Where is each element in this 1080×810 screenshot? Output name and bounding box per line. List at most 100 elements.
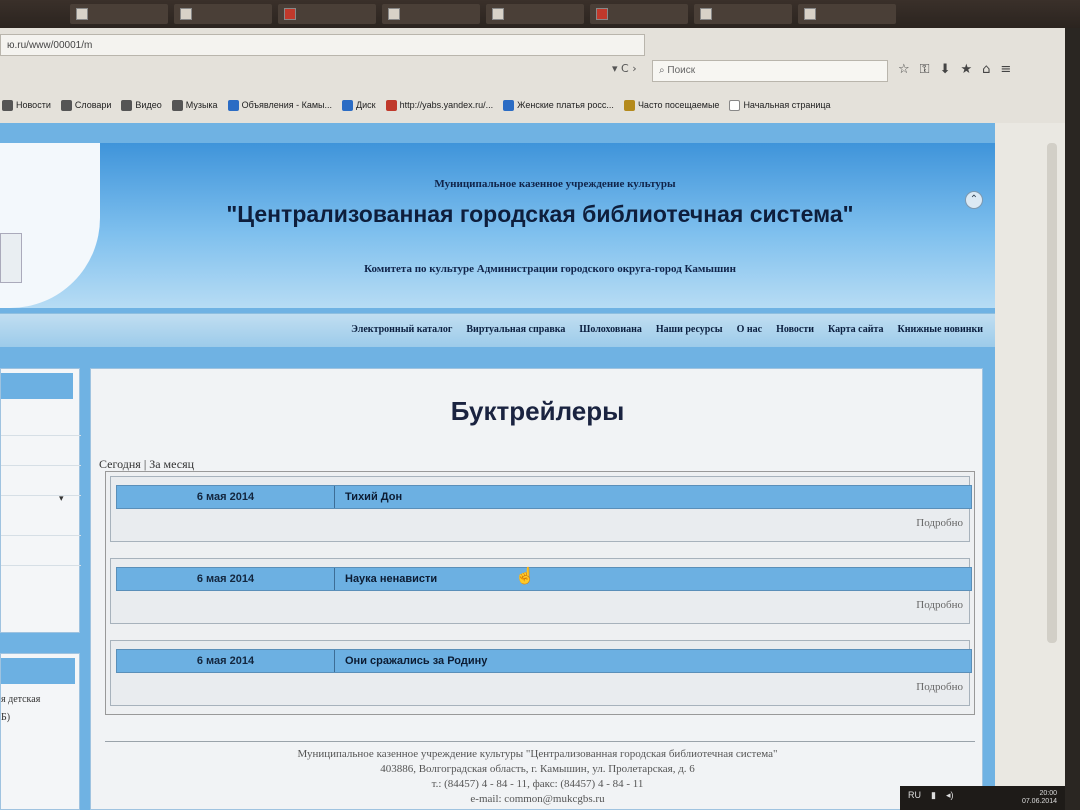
window-icon bbox=[180, 8, 192, 20]
sidebar-divider bbox=[1, 535, 81, 536]
site-footer: Муниципальное казенное учреждение культу… bbox=[91, 747, 984, 807]
org-type: Муниципальное казенное учреждение культу… bbox=[434, 178, 676, 190]
list-item: 6 мая 2014 Тихий Дон Подробно bbox=[110, 476, 972, 542]
task-tab[interactable] bbox=[486, 4, 584, 24]
book-icon bbox=[0, 233, 22, 283]
url-field[interactable]: ю.ru/www/00001/m bbox=[0, 34, 645, 56]
bookmark-item[interactable]: Диск bbox=[342, 99, 376, 111]
footer-phone: т.: (84457) 4 - 84 - 11, факс: (84457) 4… bbox=[431, 778, 644, 790]
sidebar-links: я детская Б) bbox=[0, 653, 80, 810]
bookmark-item[interactable]: Видео bbox=[121, 99, 162, 111]
sidebar-divider bbox=[1, 495, 81, 496]
bookmark-item[interactable]: Женские платья росс... bbox=[503, 99, 614, 111]
address-row: ю.ru/www/00001/m bbox=[0, 34, 1065, 56]
entry-bar: 6 мая 2014 Они сражались за Родину bbox=[116, 649, 972, 673]
footer-email[interactable]: e-mail: common@mukcgbs.ru bbox=[91, 792, 984, 807]
lock-icon[interactable]: ⚿ bbox=[920, 62, 930, 77]
system-tray: RU ▮ ◂) 20:00 07.06.2014 bbox=[900, 786, 1065, 810]
music-icon bbox=[171, 99, 183, 111]
entry-title-link[interactable]: Наука ненависти bbox=[345, 568, 437, 590]
footer-divider bbox=[105, 741, 975, 742]
disk-icon bbox=[342, 99, 354, 111]
frequent-icon bbox=[623, 99, 635, 111]
bookmarks-bar: Новости Словари Видео Музыка Объявления … bbox=[0, 92, 1065, 118]
bookmark-item[interactable]: Музыка bbox=[171, 99, 218, 111]
volume-icon[interactable]: ◂) bbox=[946, 790, 954, 806]
entry-date: 6 мая 2014 bbox=[117, 486, 335, 508]
sidebar-header bbox=[1, 373, 73, 399]
nav-item-sitemap[interactable]: Карта сайта bbox=[828, 324, 883, 335]
scroll-up-icon[interactable]: ⌃ bbox=[965, 191, 983, 209]
window-icon bbox=[596, 8, 608, 20]
bookmark-label: http://yabs.yandex.ru/... bbox=[399, 100, 494, 110]
task-tab[interactable] bbox=[382, 4, 480, 24]
clock-date: 07.06.2014 bbox=[1021, 798, 1057, 805]
toolbar-row: ▾ C › ⌕ Поиск ☆ ⚿ ⬇ ★ ⌂ ≡ bbox=[0, 58, 1065, 86]
ads-icon bbox=[227, 99, 239, 111]
reload-icon[interactable]: ▾ C › bbox=[612, 62, 637, 75]
window-icon bbox=[804, 8, 816, 20]
sidebar-divider bbox=[1, 435, 81, 436]
bookmark-label: Диск bbox=[356, 100, 376, 110]
nav-item-news[interactable]: Новости bbox=[776, 324, 814, 335]
footer-address: 403886, Волгоградская область, г. Камыши… bbox=[380, 763, 695, 775]
bookmark-item[interactable]: http://yabs.yandex.ru/... bbox=[385, 99, 494, 111]
search-input[interactable]: ⌕ Поиск bbox=[652, 60, 888, 82]
clock-time: 20:00 bbox=[1039, 790, 1057, 797]
window-icon bbox=[284, 8, 296, 20]
nav-item-sholokhoviana[interactable]: Шолоховиана bbox=[579, 324, 642, 335]
toolbar-icons: ☆ ⚿ ⬇ ★ ⌂ ≡ bbox=[898, 62, 1011, 77]
task-tab[interactable] bbox=[70, 4, 168, 24]
nav-item-virtual-help[interactable]: Виртуальная справка bbox=[466, 324, 565, 335]
bookmark-label: Видео bbox=[135, 100, 162, 110]
main-content: Буктрейлеры Сегодня | За месяц 6 мая 201… bbox=[90, 368, 983, 810]
chevron-down-icon[interactable]: ▾ bbox=[59, 493, 64, 504]
hand-cursor-icon: ☝ bbox=[515, 568, 535, 585]
bookmark-item[interactable]: Часто посещаемые bbox=[623, 99, 719, 111]
filter-separator: | bbox=[143, 457, 147, 471]
task-tab[interactable] bbox=[590, 4, 688, 24]
entry-bar: 6 мая 2014 Наука ненависти bbox=[116, 567, 972, 591]
video-icon bbox=[121, 99, 133, 111]
details-link[interactable]: Подробно bbox=[916, 681, 963, 693]
download-icon[interactable]: ⬇ bbox=[940, 62, 951, 77]
task-tab[interactable] bbox=[278, 4, 376, 24]
clock[interactable]: 20:00 07.06.2014 bbox=[1022, 790, 1057, 806]
browser-chrome: ю.ru/www/00001/m ▾ C › ⌕ Поиск ☆ ⚿ ⬇ ★ ⌂… bbox=[0, 28, 1065, 123]
bookmark-item[interactable]: Объявления - Камы... bbox=[227, 99, 333, 111]
nav-item-resources[interactable]: Наши ресурсы bbox=[656, 324, 723, 335]
sidebar-menu: ▾ bbox=[0, 368, 81, 633]
filter-month[interactable]: За месяц bbox=[149, 457, 194, 471]
entry-title-link[interactable]: Они сражались за Родину bbox=[345, 650, 487, 672]
bookmark-label: Объявления - Камы... bbox=[241, 100, 333, 110]
nav-item-about[interactable]: О нас bbox=[737, 324, 762, 335]
task-tab[interactable] bbox=[174, 4, 272, 24]
entry-date: 6 мая 2014 bbox=[117, 568, 335, 590]
window-icon bbox=[76, 8, 88, 20]
task-tab[interactable] bbox=[694, 4, 792, 24]
window-icon bbox=[388, 8, 400, 20]
bookmark-label: Музыка bbox=[185, 100, 218, 110]
sidebar-link[interactable]: я детская bbox=[1, 694, 40, 705]
shop-icon bbox=[503, 99, 515, 111]
home-icon[interactable]: ⌂ bbox=[982, 62, 990, 77]
nav-item-catalog[interactable]: Электронный каталог bbox=[351, 324, 452, 335]
yandex-icon bbox=[385, 99, 397, 111]
star-icon[interactable]: ☆ bbox=[898, 62, 910, 77]
details-link[interactable]: Подробно bbox=[916, 599, 963, 611]
language-indicator[interactable]: RU bbox=[908, 790, 921, 806]
sidebar-divider bbox=[1, 465, 81, 466]
bookmark-item[interactable]: Словари bbox=[60, 99, 111, 111]
bookmark-item[interactable]: Новости bbox=[2, 99, 51, 111]
details-link[interactable]: Подробно bbox=[916, 517, 963, 529]
entry-title-link[interactable]: Тихий Дон bbox=[345, 486, 402, 508]
bookmark-label: Новости bbox=[16, 100, 51, 110]
task-tab[interactable] bbox=[798, 4, 896, 24]
network-icon[interactable]: ▮ bbox=[931, 790, 936, 806]
bookmark-icon[interactable]: ★ bbox=[960, 62, 972, 77]
nav-item-new-books[interactable]: Книжные новинки bbox=[898, 324, 984, 335]
filter-today[interactable]: Сегодня bbox=[99, 457, 141, 471]
sidebar-link[interactable]: Б) bbox=[1, 712, 10, 723]
bookmark-item[interactable]: Начальная страница bbox=[729, 99, 831, 111]
menu-icon[interactable]: ≡ bbox=[1000, 62, 1011, 77]
